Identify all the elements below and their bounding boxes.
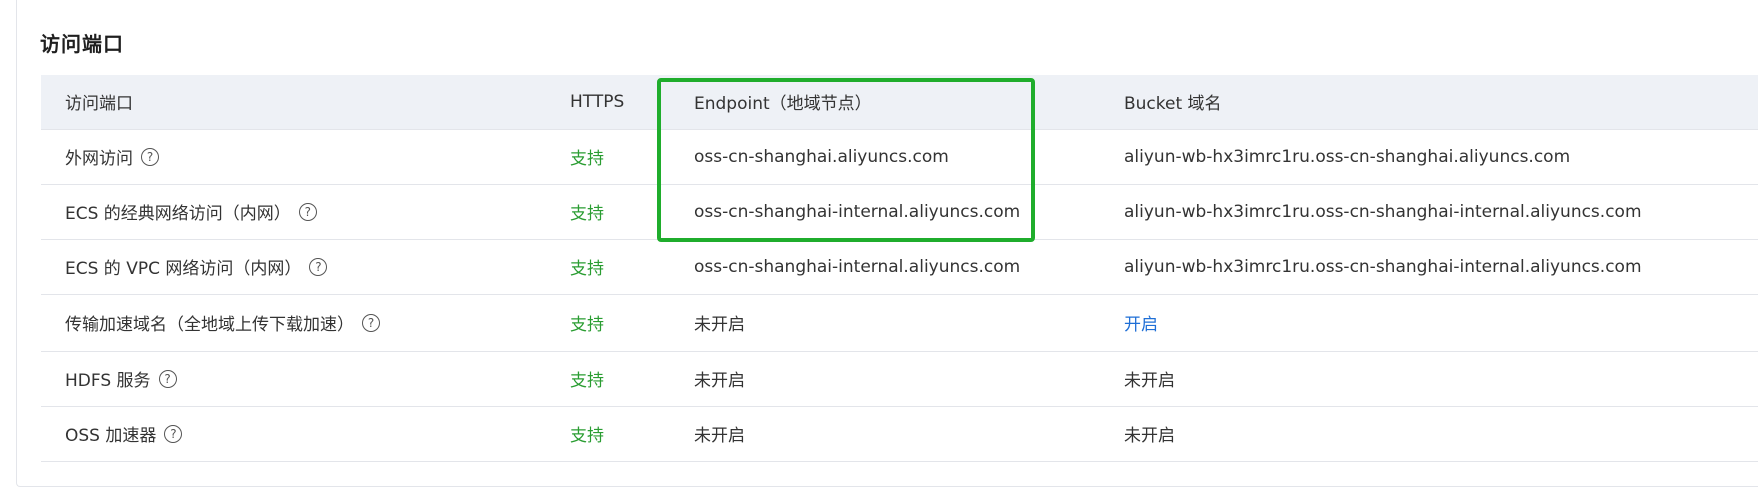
https-support: 支持 — [570, 184, 694, 240]
bucket-domain-value: aliyun-wb-hx3imrc1ru.oss-cn-shanghai.ali… — [1124, 129, 1758, 185]
https-support: 支持 — [570, 294, 694, 352]
endpoint-value: 未开启 — [694, 294, 1124, 352]
row-name: 外网访问 — [65, 149, 133, 169]
table-row: ECS 的 VPC 网络访问（内网）? 支持 oss-cn-shanghai-i… — [41, 239, 1758, 295]
row-name: OSS 加速器 — [65, 426, 157, 446]
table-row: 外网访问? 支持 oss-cn-shanghai.aliyuncs.com al… — [41, 129, 1758, 185]
endpoint-value: 未开启 — [694, 351, 1124, 407]
header-access-port: 访问端口 — [41, 75, 570, 130]
enable-acceleration-link[interactable]: 开启 — [1124, 294, 1758, 352]
row-name: 传输加速域名（全地域上传下载加速） — [65, 315, 354, 335]
row-name: ECS 的经典网络访问（内网） — [65, 204, 291, 224]
question-circle-icon[interactable]: ? — [362, 314, 380, 332]
row-name: HDFS 服务 — [65, 371, 151, 391]
header-bucket-domain: Bucket 域名 — [1124, 75, 1758, 130]
endpoint-value: 未开启 — [694, 406, 1124, 462]
row-name-cell: ECS 的 VPC 网络访问（内网）? — [41, 239, 570, 295]
table-row: OSS 加速器? 支持 未开启 未开启 — [41, 406, 1758, 462]
table-row: ECS 的经典网络访问（内网）? 支持 oss-cn-shanghai-inte… — [41, 184, 1758, 240]
endpoint-value: oss-cn-shanghai-internal.aliyuncs.com — [694, 184, 1124, 240]
question-circle-icon[interactable]: ? — [298, 203, 317, 221]
https-support: 支持 — [570, 406, 694, 462]
bucket-domain-value: 未开启 — [1124, 406, 1758, 462]
endpoint-value: oss-cn-shanghai.aliyuncs.com — [694, 129, 1124, 185]
https-support: 支持 — [570, 129, 694, 185]
bucket-domain-value: 未开启 — [1124, 351, 1758, 407]
header-endpoint: Endpoint（地域节点） — [694, 75, 1124, 130]
table-header-row: 访问端口 HTTPS Endpoint（地域节点） Bucket 域名 — [41, 75, 1758, 130]
row-name-cell: ECS 的经典网络访问（内网）? — [41, 184, 570, 240]
row-name-cell: 传输加速域名（全地域上传下载加速）? — [41, 294, 570, 352]
row-name-cell: 外网访问? — [41, 129, 570, 185]
https-support: 支持 — [570, 239, 694, 295]
bucket-domain-value: aliyun-wb-hx3imrc1ru.oss-cn-shanghai-int… — [1124, 184, 1758, 240]
question-circle-icon[interactable]: ? — [309, 258, 328, 276]
section-title: 访问端口 — [40, 32, 124, 56]
https-support: 支持 — [570, 351, 694, 407]
question-circle-icon[interactable]: ? — [158, 370, 177, 388]
header-https: HTTPS — [570, 75, 694, 130]
question-circle-icon[interactable]: ? — [164, 425, 183, 443]
bucket-domain-value: aliyun-wb-hx3imrc1ru.oss-cn-shanghai-int… — [1124, 239, 1758, 295]
access-port-table: 访问端口 HTTPS Endpoint（地域节点） Bucket 域名 外网访问… — [41, 75, 1758, 462]
row-name-cell: OSS 加速器? — [41, 406, 570, 462]
endpoint-value: oss-cn-shanghai-internal.aliyuncs.com — [694, 239, 1124, 295]
question-circle-icon[interactable]: ? — [141, 148, 159, 166]
table-row: HDFS 服务? 支持 未开启 未开启 — [41, 351, 1758, 407]
row-name-cell: HDFS 服务? — [41, 351, 570, 407]
table-row: 传输加速域名（全地域上传下载加速）? 支持 未开启 开启 — [41, 294, 1758, 352]
row-name: ECS 的 VPC 网络访问（内网） — [65, 259, 302, 279]
